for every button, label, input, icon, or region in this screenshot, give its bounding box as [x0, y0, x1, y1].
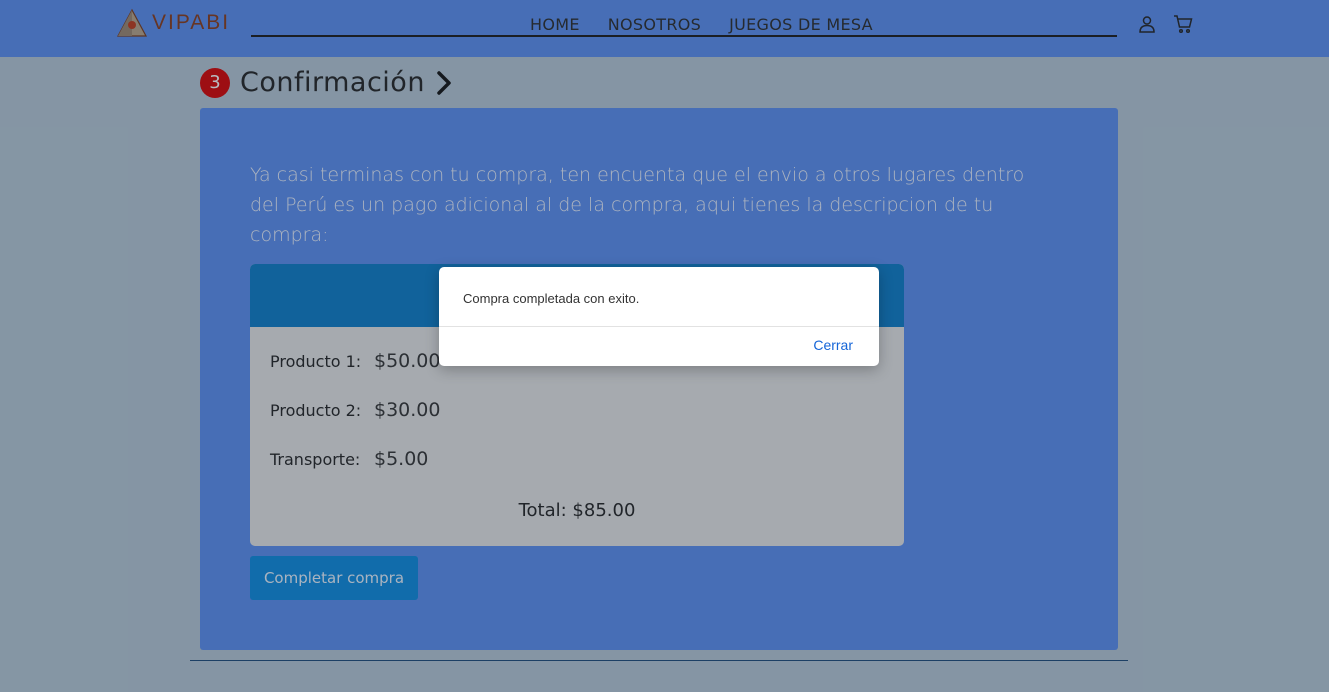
dialog-divider [439, 326, 879, 327]
dialog-message: Compra completada con exito. [463, 291, 640, 306]
close-button[interactable]: Cerrar [813, 337, 853, 353]
success-dialog: Compra completada con exito. Cerrar [439, 267, 879, 366]
